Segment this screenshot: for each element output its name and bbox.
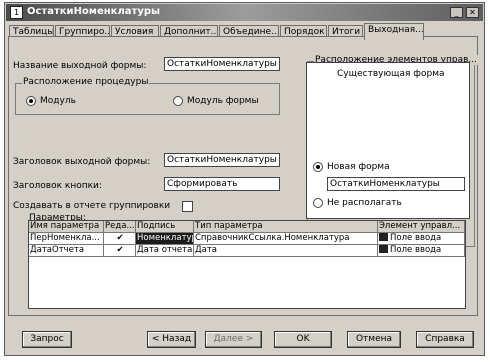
new-form-label: Новая форма	[327, 162, 390, 172]
form-module-radio[interactable]	[173, 96, 183, 106]
new-form-radio[interactable]	[313, 162, 323, 172]
create-groupings-label: Создавать в отчете группировки	[13, 201, 171, 211]
back-button[interactable]: < Назад	[147, 331, 196, 348]
output-form-header-label: Заголовок выходной формы:	[13, 157, 151, 167]
procedure-location-group: Расположение процедуры Модуль Модуль фор…	[15, 77, 280, 115]
output-form-name-label: Название выходной формы:	[13, 61, 147, 71]
table-row-2-control[interactable]: Поле ввода	[378, 245, 465, 257]
table-row-1-caption[interactable]: Номенклатура	[136, 233, 194, 245]
input-field-icon	[379, 233, 388, 241]
cancel-button[interactable]: Отмена	[347, 331, 401, 348]
output-form-name-input[interactable]: ОстаткиНоменклатуры	[164, 57, 280, 71]
create-groupings-checkbox[interactable]	[182, 201, 193, 212]
next-button[interactable]: Далее >	[205, 331, 262, 348]
minimize-button[interactable]: _	[450, 7, 463, 18]
col-header-type[interactable]: Тип параметра	[194, 221, 378, 233]
table-row-2-caption[interactable]: Дата отчета	[136, 245, 194, 257]
col-header-caption[interactable]: Подпись	[136, 221, 194, 233]
module-radio[interactable]	[26, 96, 36, 106]
app-icon: 1	[10, 6, 23, 19]
window-title: ОстаткиНоменклатуры	[27, 6, 161, 17]
col-header-name[interactable]: Имя параметра	[29, 221, 104, 233]
params-table[interactable]: Имя параметра Реда... Подпись Тип параме…	[28, 220, 466, 309]
title-bar[interactable]: 1 ОстаткиНоменклатуры _ ✕	[6, 4, 483, 21]
close-icon[interactable]: ✕	[466, 7, 479, 18]
form-module-radio-label: Модуль формы	[187, 96, 259, 106]
input-field-icon	[379, 245, 388, 253]
col-header-control[interactable]: Элемент управл...	[378, 221, 465, 233]
button-header-input[interactable]: Сформировать	[164, 177, 280, 191]
table-row-2-type[interactable]: Дата	[194, 245, 378, 257]
no-place-label: Не располагать	[327, 198, 402, 208]
output-form-header-input[interactable]: ОстаткиНоменклатуры	[164, 153, 280, 167]
table-row-2-control-label: Поле ввода	[390, 245, 442, 255]
query-button[interactable]: Запрос	[22, 331, 72, 348]
table-row-2-edit[interactable]: ✔	[104, 245, 136, 257]
table-row-1-name[interactable]: ПерНоменкла...	[29, 233, 104, 245]
new-form-input[interactable]: ОстаткиНоменклатуры	[327, 177, 465, 191]
help-button[interactable]: Справка	[416, 331, 474, 348]
col-header-edit[interactable]: Реда...	[104, 221, 136, 233]
table-row-1-control[interactable]: Поле ввода	[378, 233, 465, 245]
existing-forms-list[interactable]: Существующая форма Новая форма ОстаткиНо…	[306, 62, 470, 219]
button-header-label: Заголовок кнопки:	[13, 181, 102, 191]
module-radio-label: Модуль	[40, 96, 76, 106]
table-row-1-edit[interactable]: ✔	[104, 233, 136, 245]
ok-button[interactable]: OK	[274, 331, 332, 348]
no-place-radio[interactable]	[313, 198, 323, 208]
tab-output-form[interactable]: Выходная...	[364, 23, 424, 40]
existing-form-label: Существующая форма	[337, 69, 445, 79]
table-row-2-name[interactable]: ДатаОтчета	[29, 245, 104, 257]
procedure-location-title: Расположение процедуры	[22, 77, 150, 87]
table-row-1-control-label: Поле ввода	[390, 233, 442, 243]
table-row-1-type[interactable]: СправочникСсылка.Номенклатура	[194, 233, 378, 245]
